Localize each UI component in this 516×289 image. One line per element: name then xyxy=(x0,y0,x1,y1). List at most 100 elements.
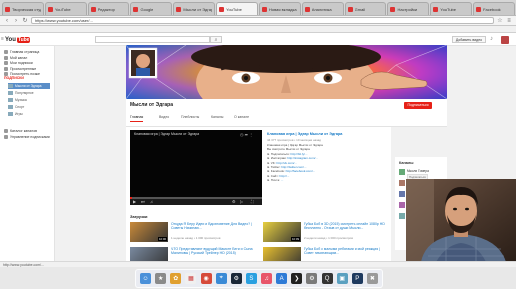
quicktime-icon[interactable]: Q xyxy=(321,273,333,284)
subscription-item[interactable]: Спорт xyxy=(8,104,50,110)
terminal-icon[interactable]: ❯ xyxy=(291,273,303,284)
bookmark-star-icon[interactable]: ☆ xyxy=(497,17,503,24)
upload-title[interactable]: Откуда Я Беру Идеи и Вдохновение Для Вид… xyxy=(171,222,256,231)
channel-tab[interactable]: Главная xyxy=(130,115,144,122)
forward-icon[interactable]: › xyxy=(13,18,19,24)
subscription-label: Игры xyxy=(15,112,23,116)
back-icon[interactable]: ‹ xyxy=(4,18,10,24)
sidebar-footer-item[interactable]: Управление подписками xyxy=(4,134,50,140)
watch-later-icon[interactable]: ◷ xyxy=(240,132,244,137)
reload-icon[interactable]: ↻ xyxy=(22,17,28,24)
volume-icon[interactable]: ♫ xyxy=(150,199,153,205)
channel-avatar[interactable] xyxy=(399,180,405,186)
channel-avatar[interactable] xyxy=(399,202,405,208)
sidebar-item-icon xyxy=(4,55,8,60)
channel-avatar[interactable] xyxy=(399,213,405,219)
featured-video-player[interactable]: Клановая игра | Эдгар Мысли от Эдгара ◷ … xyxy=(130,130,262,205)
account-avatar[interactable] xyxy=(501,36,509,44)
guide-menu-icon[interactable]: ≡ xyxy=(1,36,4,42)
channel-tab[interactable]: Видео xyxy=(159,115,169,119)
upload-title[interactable]: ЧТО Представляют вудущий Мамонт Беги и С… xyxy=(171,247,256,256)
more-icon[interactable]: ⋮ xyxy=(249,132,253,137)
browser-tab[interactable]: Аналитика xyxy=(301,2,344,15)
dock: ☺ ★ ✿ ▦ ◉ ⌖ ⚙ S ♫ A ❯ ⚙ Q ▣ P ✖ xyxy=(135,269,383,288)
tab-favicon-icon xyxy=(176,6,182,12)
search-button[interactable]: ⌕ xyxy=(210,36,222,43)
steam-icon[interactable]: ⚙ xyxy=(230,273,242,284)
upload-title[interactable]: Губка Боб с малыми ребятами и мой реакци… xyxy=(304,247,389,256)
skype-icon[interactable]: S xyxy=(245,273,257,284)
subscription-item[interactable]: Музыка xyxy=(8,97,50,103)
sidebar-item-label: Просмотренные xyxy=(10,66,37,71)
subscription-item[interactable]: Мысли от Эдгара xyxy=(8,83,50,89)
subscribe-button[interactable]: Подписаться xyxy=(404,102,432,109)
description-text: ► Почта: xyxy=(267,178,281,183)
photos-icon[interactable]: ✿ xyxy=(170,273,182,284)
address-bar[interactable]: https://www.youtube.com/user/... xyxy=(31,17,494,24)
launchpad-icon[interactable]: ★ xyxy=(155,273,167,284)
subscription-item[interactable]: Популярное xyxy=(8,90,50,96)
tab-favicon-icon xyxy=(90,6,96,12)
upload-title[interactable]: Губка Боб в 3D (2015) смотреть онлайн 10… xyxy=(304,222,389,231)
settings-icon[interactable]: ⚙ xyxy=(232,199,236,205)
preview-icon[interactable]: ▣ xyxy=(336,273,348,284)
subscription-item[interactable]: Игры xyxy=(8,111,50,117)
subscription-label: Мысли от Эдгара xyxy=(15,84,42,88)
chrome-icon[interactable]: ◉ xyxy=(200,273,212,284)
upload-thumbnail[interactable]: 10:00 xyxy=(263,247,301,261)
channel-tab[interactable]: О канале xyxy=(234,115,249,119)
description-line: Клановая игра | Эдгар Мысли от Эдгара xyxy=(267,143,387,147)
search-input[interactable] xyxy=(95,36,210,43)
browser-tab[interactable]: Gmail xyxy=(344,2,387,15)
browser-tab[interactable]: Настройки xyxy=(387,2,430,15)
upload-thumbnail[interactable]: 10:09 xyxy=(263,222,301,242)
description-link[interactable]: ... xyxy=(281,178,284,182)
upload-thumbnail[interactable]: 10:00 xyxy=(130,222,168,242)
app-store-icon[interactable]: A xyxy=(276,273,288,284)
channel-tab[interactable]: Плейлисты xyxy=(181,115,199,119)
description-link[interactable]: http://bit.ly/... xyxy=(290,152,307,156)
channel-tab[interactable]: Каналы xyxy=(211,115,223,119)
menu-icon[interactable]: ≡ xyxy=(506,18,512,24)
featured-video-title[interactable]: Клановая игра | Эдгар Мысли от Эдгара xyxy=(267,132,387,136)
browser-tab[interactable]: Facebook xyxy=(473,2,515,15)
browser-tab[interactable]: YouTube xyxy=(44,2,87,15)
tab-label: Google xyxy=(140,6,154,12)
notifications-icon[interactable]: ♪ xyxy=(490,36,493,42)
system-preferences-icon[interactable]: ⚙ xyxy=(306,273,318,284)
description-link[interactable]: http://instagram.com/... xyxy=(287,156,318,160)
trash-icon[interactable]: ✖ xyxy=(366,273,378,284)
subscription-thumbnail xyxy=(8,84,13,88)
channel-avatar[interactable] xyxy=(399,169,405,175)
description-link[interactable]: http://twitter.com/... xyxy=(281,165,306,169)
description-link[interactable]: http://vk.com/... xyxy=(276,161,296,165)
finder-icon[interactable]: ☺ xyxy=(140,273,152,284)
fullscreen-icon[interactable]: ⛶ xyxy=(251,199,254,205)
channel-avatar[interactable] xyxy=(399,191,405,197)
calendar-icon[interactable]: ▦ xyxy=(185,273,197,284)
browser-tab[interactable]: Творческая студия xyxy=(2,2,44,15)
description-link[interactable]: http://... xyxy=(279,174,289,178)
photoshop-icon[interactable]: P xyxy=(351,273,363,284)
channel-banner xyxy=(126,45,447,99)
share-icon[interactable]: ➦ xyxy=(245,132,248,137)
description-link[interactable]: http://facebook.com/... xyxy=(286,169,316,173)
safari-icon[interactable]: ⌖ xyxy=(215,273,227,284)
browser-tab[interactable]: YouTube xyxy=(430,2,473,15)
youtube-small-icon[interactable]: ▷ xyxy=(240,199,243,205)
browser-tab[interactable]: Мысли от Эдгара xyxy=(173,2,216,15)
play-icon[interactable]: ▶ xyxy=(133,199,136,205)
youtube-logo[interactable]: You Tube xyxy=(5,36,31,43)
upload-thumbnail[interactable]: 9:08 xyxy=(130,247,168,261)
next-icon[interactable]: ⏭ xyxy=(141,199,145,205)
related-channel-name[interactable]: Мысли Гомера xyxy=(407,169,429,173)
browser-tab[interactable]: YouTube xyxy=(216,2,258,15)
music-icon[interactable]: ♫ xyxy=(261,273,273,284)
tab-favicon-icon xyxy=(390,6,396,12)
browser-tab[interactable]: Google xyxy=(130,2,173,15)
upload-button[interactable]: Добавить видео xyxy=(452,36,486,43)
browser-tab[interactable]: Новая вкладка xyxy=(258,2,301,15)
browser-tab[interactable]: Редактор xyxy=(87,2,130,15)
sidebar-footer-label: Каталог каналов xyxy=(10,129,38,133)
tab-label: Аналитика xyxy=(311,6,332,12)
